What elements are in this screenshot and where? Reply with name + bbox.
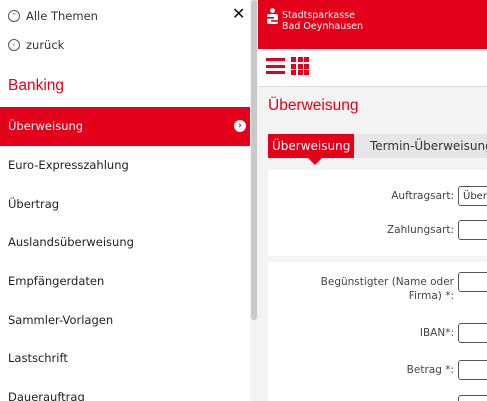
navigation-menu-panel: ⌃ Alle Themen ‹ zurück ✕ Banking Überwei… <box>0 0 259 401</box>
menu-item-label: Euro-Expresszahlung <box>8 158 129 173</box>
menu-item-label: Empfängerdaten <box>8 274 105 289</box>
menu-item-euro-expresszahlung[interactable]: Euro-Expresszahlung <box>0 146 250 185</box>
back-label: zurück <box>26 38 65 52</box>
menu-item-label: Dauerauftrag <box>8 390 85 401</box>
zahlungsart-label: Zahlungsart: <box>386 224 454 236</box>
menu-item-label: Auslandsüberweisung <box>8 235 134 250</box>
brand-name-line2: Bad Oeynhausen <box>282 21 364 32</box>
hamburger-icon[interactable] <box>266 58 285 74</box>
menu-top-bar: ⌃ Alle Themen ‹ zurück ✕ <box>0 0 258 66</box>
iban-input[interactable] <box>458 323 487 343</box>
beguenstigter-label-line1: Begünstigter (Name oder <box>320 276 454 288</box>
tab-ueberweisung[interactable]: Überweisung <box>268 134 355 165</box>
menu-scrollbar[interactable] <box>250 0 258 401</box>
chevron-left-icon: ‹ <box>8 39 20 51</box>
brand-header: Stadtsparkasse Bad Oeynhausen <box>258 0 487 49</box>
sparkasse-logo-icon <box>267 8 278 24</box>
menu-item-dauerauftrag[interactable]: Dauerauftrag <box>0 378 250 401</box>
chevron-right-icon: › <box>234 120 246 133</box>
menu-item-auslandsueberweisung[interactable]: Auslandsüberweisung <box>0 223 250 262</box>
page-title: Überweisung <box>268 97 359 114</box>
menu-item-label: Übertrag <box>8 196 60 211</box>
chevron-up-icon: ⌃ <box>8 10 20 22</box>
beguenstigter-input[interactable] <box>458 272 487 292</box>
betrag-label: Betrag *: <box>406 364 454 376</box>
beguenstigter-label-line2: Firma) *: <box>408 290 454 302</box>
menu-list: Überweisung › Euro-Expresszahlung Übertr… <box>0 107 250 401</box>
auftragsart-label: Auftragsart: <box>391 190 454 202</box>
brand-name: Stadtsparkasse Bad Oeynhausen <box>282 10 363 32</box>
menu-item-uebertrag[interactable]: Übertrag <box>0 184 250 223</box>
beguenstigter-label: Begünstigter (Name oder Firma) *: <box>321 275 454 303</box>
main-page: Stadtsparkasse Bad Oeynhausen Überweisun… <box>258 0 487 401</box>
menu-item-lastschrift[interactable]: Lastschrift <box>0 339 250 378</box>
grid-icon[interactable] <box>291 57 309 75</box>
menu-item-label: Sammler-Vorlagen <box>8 312 114 327</box>
menu-item-label: Lastschrift <box>8 351 68 366</box>
menu-heading: Banking <box>8 77 65 94</box>
all-topics-label: Alle Themen <box>26 9 98 23</box>
brand-name-line1: Stadtsparkasse <box>282 10 355 21</box>
all-topics-link[interactable]: ⌃ Alle Themen <box>8 9 98 23</box>
betrag-input[interactable] <box>458 360 487 380</box>
scrollbar-thumb[interactable] <box>251 0 257 320</box>
tab-termin-ueberweisung[interactable]: Termin-Überweisung <box>366 134 487 158</box>
toolbar <box>258 49 487 87</box>
iban-label: IBAN*: <box>419 327 454 339</box>
zahlungsart-select[interactable] <box>458 220 487 240</box>
auftragsart-select[interactable]: Überweisung <box>458 186 487 206</box>
close-icon[interactable]: ✕ <box>232 6 245 22</box>
menu-item-empfaengerdaten[interactable]: Empfängerdaten <box>0 262 250 301</box>
tab-bar: Überweisung Termin-Überweisung <box>268 134 487 165</box>
menu-item-sammler-vorlagen[interactable]: Sammler-Vorlagen <box>0 300 250 339</box>
back-link[interactable]: ‹ zurück <box>8 38 64 52</box>
menu-item-label: Überweisung <box>8 119 84 134</box>
recipient-section: Begünstigter (Name oder Firma) *: IBAN*:… <box>268 262 487 401</box>
menu-item-ueberweisung[interactable]: Überweisung › <box>0 107 250 146</box>
order-type-section: Auftragsart: Überweisung Zahlungsart: <box>268 170 487 256</box>
next-field-input[interactable] <box>458 395 487 401</box>
